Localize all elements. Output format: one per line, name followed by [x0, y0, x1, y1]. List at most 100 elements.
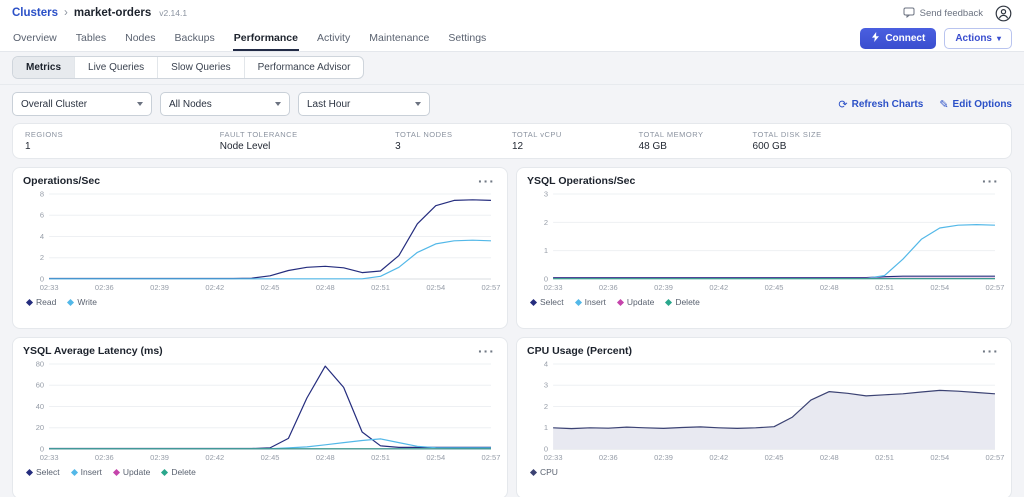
svg-text:02:36: 02:36: [599, 283, 618, 292]
legend-item-select[interactable]: Select: [25, 467, 60, 477]
legend-label: Update: [626, 297, 655, 307]
legend-label: Insert: [80, 467, 102, 477]
svg-text:02:48: 02:48: [316, 453, 335, 462]
cluster-name: market-orders: [73, 7, 152, 19]
svg-text:02:54: 02:54: [930, 283, 949, 292]
breadcrumb: Clusters › market-orders v2.14.1: [12, 7, 187, 19]
legend-item-read[interactable]: Read: [25, 297, 56, 307]
legend-item-insert[interactable]: Insert: [70, 467, 102, 477]
svg-text:02:42: 02:42: [205, 453, 224, 462]
svg-text:02:54: 02:54: [426, 283, 445, 292]
legend-item-write[interactable]: Write: [67, 297, 98, 307]
svg-text:3: 3: [544, 381, 548, 390]
tab-nodes[interactable]: Nodes: [124, 26, 156, 51]
area-chart: 0 1 2 3 4 02:33 02:36 02:39 02:42 02:45 02:48 02:51…: [527, 359, 1005, 465]
chart-option-links: ⟳ Refresh Charts ✎ Edit Options: [838, 98, 1012, 111]
chart-legend: Read Write: [23, 295, 497, 309]
svg-text:02:42: 02:42: [205, 283, 224, 292]
time-range-value: Last Hour: [307, 98, 351, 110]
svg-text:02:51: 02:51: [875, 283, 894, 292]
line-chart: 0 20 40 60 80 02:33 02:36 02:39 02:42 02:45 02:48 0…: [23, 359, 501, 465]
tab-backups[interactable]: Backups: [173, 26, 215, 51]
refresh-charts-button[interactable]: ⟳ Refresh Charts: [838, 98, 923, 111]
legend-item-update[interactable]: Update: [616, 297, 655, 307]
legend-item-cpu[interactable]: CPU: [529, 467, 558, 477]
svg-text:4: 4: [544, 360, 548, 369]
nodes-select[interactable]: All Nodes: [160, 92, 290, 116]
legend-marker-icon: [112, 468, 120, 476]
legend-item-insert[interactable]: Insert: [574, 297, 606, 307]
legend-item-select[interactable]: Select: [529, 297, 564, 307]
more-options-icon[interactable]: [980, 348, 1001, 355]
legend-item-update[interactable]: Update: [112, 467, 150, 477]
svg-text:02:39: 02:39: [150, 283, 169, 292]
legend-label: Write: [77, 297, 98, 307]
chart-legend: CPU: [527, 465, 1001, 479]
svg-text:02:54: 02:54: [930, 453, 949, 462]
legend-item-delete[interactable]: Delete: [161, 467, 196, 477]
tab-maintenance[interactable]: Maintenance: [368, 26, 430, 51]
legend-label: Delete: [171, 467, 196, 477]
svg-text:02:36: 02:36: [599, 453, 618, 462]
subtab-performance-advisor[interactable]: Performance Advisor: [245, 57, 364, 78]
svg-text:02:42: 02:42: [709, 453, 728, 462]
tab-bar: Overview Tables Nodes Backups Performanc…: [0, 26, 1024, 52]
tab-overview[interactable]: Overview: [12, 26, 58, 51]
legend-marker-icon: [161, 468, 169, 476]
connect-button[interactable]: Connect: [860, 28, 937, 49]
svg-text:3: 3: [544, 190, 548, 199]
chart-title: YSQL Operations/Sec: [527, 175, 636, 187]
svg-text:20: 20: [36, 423, 44, 432]
svg-text:02:33: 02:33: [544, 453, 563, 462]
chevron-down-icon: [137, 102, 143, 106]
svg-text:02:45: 02:45: [765, 453, 784, 462]
stat-total-memory: TOTAL MEMORY 48 GB: [639, 130, 753, 152]
send-feedback-button[interactable]: Send feedback: [903, 6, 983, 21]
subtab-metrics[interactable]: Metrics: [13, 57, 76, 78]
svg-text:02:57: 02:57: [986, 283, 1005, 292]
svg-text:02:39: 02:39: [654, 283, 673, 292]
svg-text:02:36: 02:36: [95, 283, 114, 292]
stat-label: FAULT TOLERANCE: [219, 130, 298, 139]
subtab-strip: Metrics Live Queries Slow Queries Perfor…: [0, 52, 1024, 85]
legend-label: Delete: [675, 297, 700, 307]
top-header: Clusters › market-orders v2.14.1 Send fe…: [0, 0, 1024, 26]
more-options-icon[interactable]: [980, 178, 1001, 185]
chart-card-cpu-usage: CPU Usage (Percent) 0123402:3302:3602:39…: [516, 337, 1012, 497]
svg-text:02:57: 02:57: [986, 453, 1005, 462]
svg-text:2: 2: [544, 402, 548, 411]
more-options-icon[interactable]: [476, 348, 497, 355]
legend-marker-icon: [25, 468, 34, 476]
svg-text:02:45: 02:45: [765, 283, 784, 292]
avatar[interactable]: [995, 5, 1012, 22]
stat-value: 3: [395, 141, 401, 152]
more-options-icon[interactable]: [476, 178, 497, 185]
svg-text:80: 80: [36, 360, 44, 369]
breadcrumb-clusters-link[interactable]: Clusters: [12, 7, 58, 19]
svg-text:02:33: 02:33: [544, 283, 563, 292]
legend-label: Select: [540, 297, 564, 307]
tab-performance[interactable]: Performance: [232, 26, 299, 51]
stat-label: TOTAL NODES: [395, 130, 453, 139]
time-range-select[interactable]: Last Hour: [298, 92, 430, 116]
stat-label: TOTAL MEMORY: [638, 130, 704, 139]
stat-fault-tolerance: FAULT TOLERANCE Node Level: [220, 130, 395, 152]
refresh-icon: ⟳: [838, 98, 848, 111]
chart-title: CPU Usage (Percent): [527, 345, 633, 357]
subtab-live-queries[interactable]: Live Queries: [75, 57, 159, 78]
tabs: Overview Tables Nodes Backups Performanc…: [12, 26, 487, 51]
edit-options-button[interactable]: ✎ Edit Options: [939, 98, 1012, 111]
actions-button[interactable]: Actions ▾: [944, 28, 1012, 49]
tab-activity[interactable]: Activity: [316, 26, 351, 51]
nodes-value: All Nodes: [169, 98, 212, 110]
legend-item-delete[interactable]: Delete: [665, 297, 700, 307]
tab-tables[interactable]: Tables: [75, 26, 107, 51]
top-right-actions: Send feedback: [903, 5, 1012, 22]
svg-text:02:45: 02:45: [261, 453, 280, 462]
subtab-slow-queries[interactable]: Slow Queries: [158, 57, 245, 78]
tab-settings[interactable]: Settings: [447, 26, 487, 51]
cluster-scope-select[interactable]: Overall Cluster: [12, 92, 152, 116]
feedback-icon: [903, 6, 915, 21]
svg-text:02:45: 02:45: [261, 283, 280, 292]
stat-total-vcpu: TOTAL vCPU 12: [512, 130, 639, 152]
